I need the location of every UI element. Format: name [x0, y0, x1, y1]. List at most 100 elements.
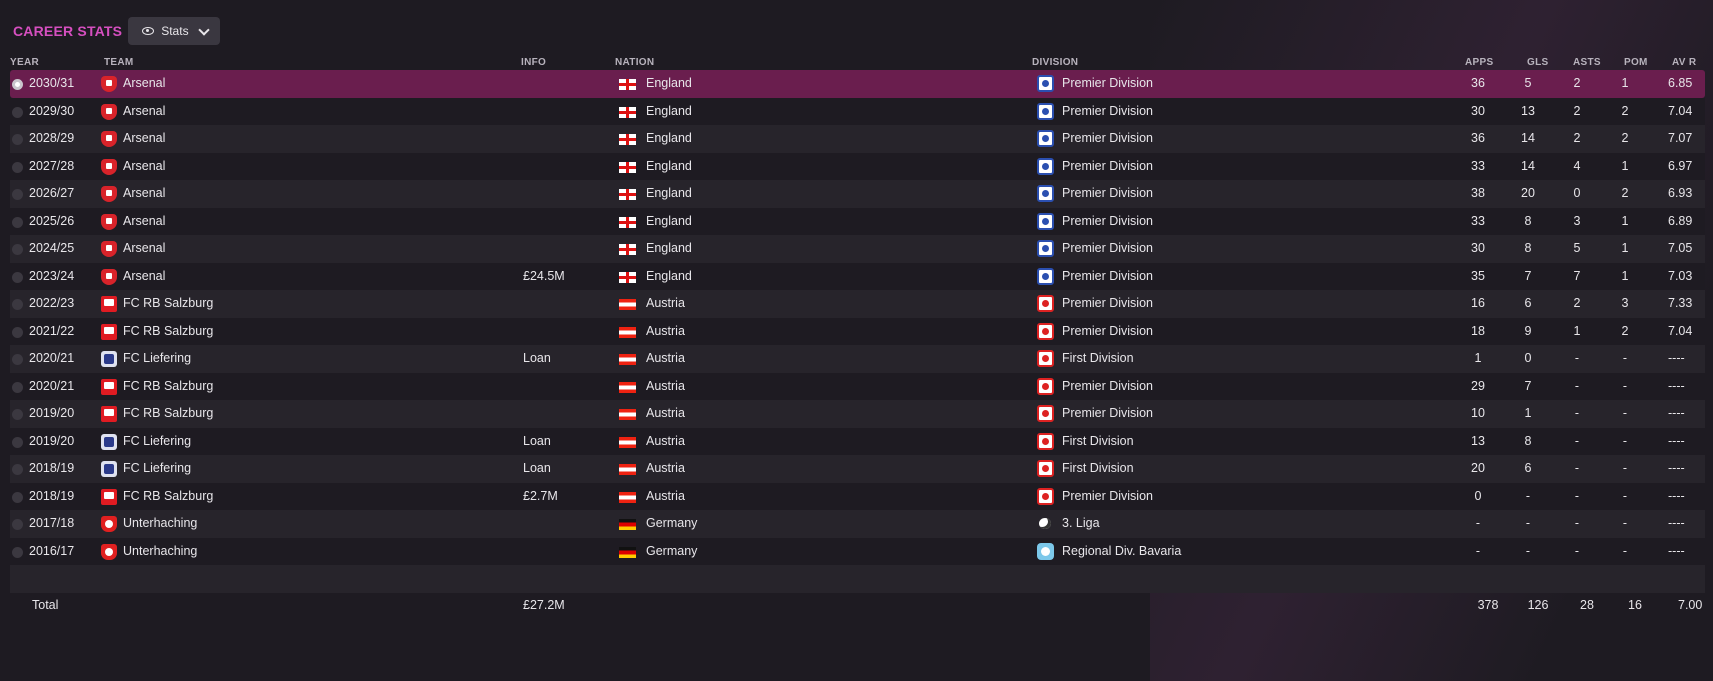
division-link[interactable]: First Division [1062, 428, 1134, 456]
nation-link[interactable]: Austria [646, 345, 685, 373]
row-select-radio[interactable] [12, 271, 23, 283]
table-row[interactable]: 2017/18 Unterhaching Germany 3. Liga - - - - ---… [10, 510, 1705, 538]
row-select-radio[interactable] [12, 299, 23, 310]
team-link[interactable]: FC RB Salzburg [123, 318, 213, 346]
table-row[interactable]: 2024/25 Arsenal England Premier Division 30 8… [10, 235, 1705, 263]
column-header-avr[interactable]: AV R [1672, 57, 1696, 68]
table-row[interactable]: 2021/22 FC RB Salzburg Austria Premier Divi… [10, 317, 1705, 346]
table-row[interactable]: 2018/19 FC Liefering Loan Austria First Divi… [10, 455, 1705, 483]
row-select-radio[interactable] [12, 79, 23, 90]
division-link[interactable]: 3. Liga [1062, 510, 1100, 538]
row-select-radio[interactable] [12, 546, 23, 558]
row-select-radio[interactable] [12, 436, 23, 448]
table-row[interactable]: 2018/19 FC RB Salzburg £2.7M Austria Premier… [10, 482, 1705, 511]
team-link[interactable]: Arsenal [123, 180, 165, 208]
nation-link[interactable]: Germany [646, 538, 697, 566]
row-select-radio[interactable] [12, 161, 23, 173]
table-row[interactable]: 2022/23 FC RB Salzburg Austria Premier Divi… [10, 290, 1705, 318]
team-link[interactable]: FC Liefering [123, 455, 191, 483]
team-link[interactable]: FC RB Salzburg [123, 373, 213, 401]
nation-link[interactable]: Austria [646, 290, 685, 318]
row-select-radio[interactable] [12, 189, 23, 200]
nation-link[interactable]: England [646, 263, 692, 291]
table-row[interactable]: 2027/28 Arsenal England Premier Division 33 1… [10, 152, 1705, 181]
table-row[interactable]: 2029/30 Arsenal England Premier Division 30 1… [10, 97, 1705, 126]
column-header-nation[interactable]: NATION [615, 57, 654, 68]
nation-link[interactable]: England [646, 235, 692, 263]
row-select-radio[interactable] [12, 381, 23, 393]
nation-link[interactable]: Austria [646, 373, 685, 401]
team-link[interactable]: Arsenal [123, 153, 165, 181]
table-row[interactable]: 2026/27 Arsenal England Premier Division 38 2… [10, 180, 1705, 208]
team-link[interactable]: Arsenal [123, 125, 165, 153]
nation-link[interactable]: England [646, 70, 692, 98]
nation-link[interactable]: Austria [646, 483, 685, 511]
division-link[interactable]: First Division [1062, 345, 1134, 373]
division-link[interactable]: Premier Division [1062, 483, 1153, 511]
row-select-radio[interactable] [12, 491, 23, 503]
team-link[interactable]: Arsenal [123, 98, 165, 126]
nation-link[interactable]: Austria [646, 428, 685, 456]
table-row[interactable]: 2016/17 Unterhaching Germany Regional Div. … [10, 537, 1705, 566]
division-link[interactable]: Premier Division [1062, 208, 1153, 236]
nation-link[interactable]: Austria [646, 318, 685, 346]
division-link[interactable]: Premier Division [1062, 263, 1153, 291]
division-link[interactable]: Premier Division [1062, 235, 1153, 263]
row-select-radio[interactable] [12, 134, 23, 145]
row-select-radio[interactable] [12, 519, 23, 530]
nation-link[interactable]: England [646, 98, 692, 126]
column-header-pom[interactable]: POM [1624, 57, 1648, 68]
team-link[interactable]: Unterhaching [123, 510, 197, 538]
division-link[interactable]: Premier Division [1062, 125, 1153, 153]
team-link[interactable]: FC RB Salzburg [123, 483, 213, 511]
table-row[interactable]: 2028/29 Arsenal England Premier Division 36 1… [10, 125, 1705, 153]
table-row[interactable]: 2019/20 FC Liefering Loan Austria First Divi… [10, 427, 1705, 456]
table-row[interactable]: 2030/31 Arsenal England Premier Division 36 5… [10, 70, 1705, 98]
column-header-info[interactable]: INFO [521, 57, 546, 68]
team-link[interactable]: FC RB Salzburg [123, 290, 213, 318]
column-header-apps[interactable]: APPS [1465, 57, 1493, 68]
nation-link[interactable]: England [646, 208, 692, 236]
row-select-radio[interactable] [12, 409, 23, 420]
division-link[interactable]: Premier Division [1062, 400, 1153, 428]
team-link[interactable]: Unterhaching [123, 538, 197, 566]
column-header-year[interactable]: YEAR [10, 57, 39, 68]
division-link[interactable]: Premier Division [1062, 153, 1153, 181]
division-link[interactable]: First Division [1062, 455, 1134, 483]
division-link[interactable]: Premier Division [1062, 70, 1153, 98]
row-select-radio[interactable] [12, 354, 23, 365]
division-link[interactable]: Premier Division [1062, 318, 1153, 346]
team-link[interactable]: Arsenal [123, 208, 165, 236]
table-row[interactable]: 2020/21 FC RB Salzburg Austria Premier Divi… [10, 372, 1705, 401]
division-link[interactable]: Premier Division [1062, 180, 1153, 208]
nation-link[interactable]: Germany [646, 510, 697, 538]
nation-link[interactable]: Austria [646, 455, 685, 483]
team-link[interactable]: Arsenal [123, 235, 165, 263]
nation-link[interactable]: England [646, 153, 692, 181]
row-select-radio[interactable] [12, 244, 23, 255]
column-header-division[interactable]: DIVISION [1032, 57, 1078, 68]
nation-link[interactable]: Austria [646, 400, 685, 428]
division-link[interactable]: Premier Division [1062, 98, 1153, 126]
table-row[interactable]: 2023/24 Arsenal £24.5M England Premier Divis… [10, 262, 1705, 291]
team-link[interactable]: Arsenal [123, 263, 165, 291]
division-link[interactable]: Premier Division [1062, 290, 1153, 318]
table-row[interactable]: 2019/20 FC RB Salzburg Austria Premier Divi… [10, 400, 1705, 428]
nation-link[interactable]: England [646, 125, 692, 153]
column-header-asts[interactable]: ASTS [1573, 57, 1601, 68]
column-header-gls[interactable]: GLS [1527, 57, 1548, 68]
nation-link[interactable]: England [646, 180, 692, 208]
table-row[interactable]: 2020/21 FC Liefering Loan Austria First Divi… [10, 345, 1705, 373]
team-link[interactable]: FC Liefering [123, 428, 191, 456]
row-select-radio[interactable] [12, 464, 23, 475]
division-link[interactable]: Premier Division [1062, 373, 1153, 401]
column-header-team[interactable]: TEAM [104, 57, 134, 68]
row-select-radio[interactable] [12, 216, 23, 228]
table-row[interactable]: 2025/26 Arsenal England Premier Division 33 8… [10, 207, 1705, 236]
team-link[interactable]: FC Liefering [123, 345, 191, 373]
team-link[interactable]: Arsenal [123, 70, 165, 98]
division-link[interactable]: Regional Div. Bavaria [1062, 538, 1181, 566]
row-select-radio[interactable] [12, 326, 23, 338]
view-selector-button[interactable]: Stats [128, 17, 220, 45]
row-select-radio[interactable] [12, 106, 23, 118]
